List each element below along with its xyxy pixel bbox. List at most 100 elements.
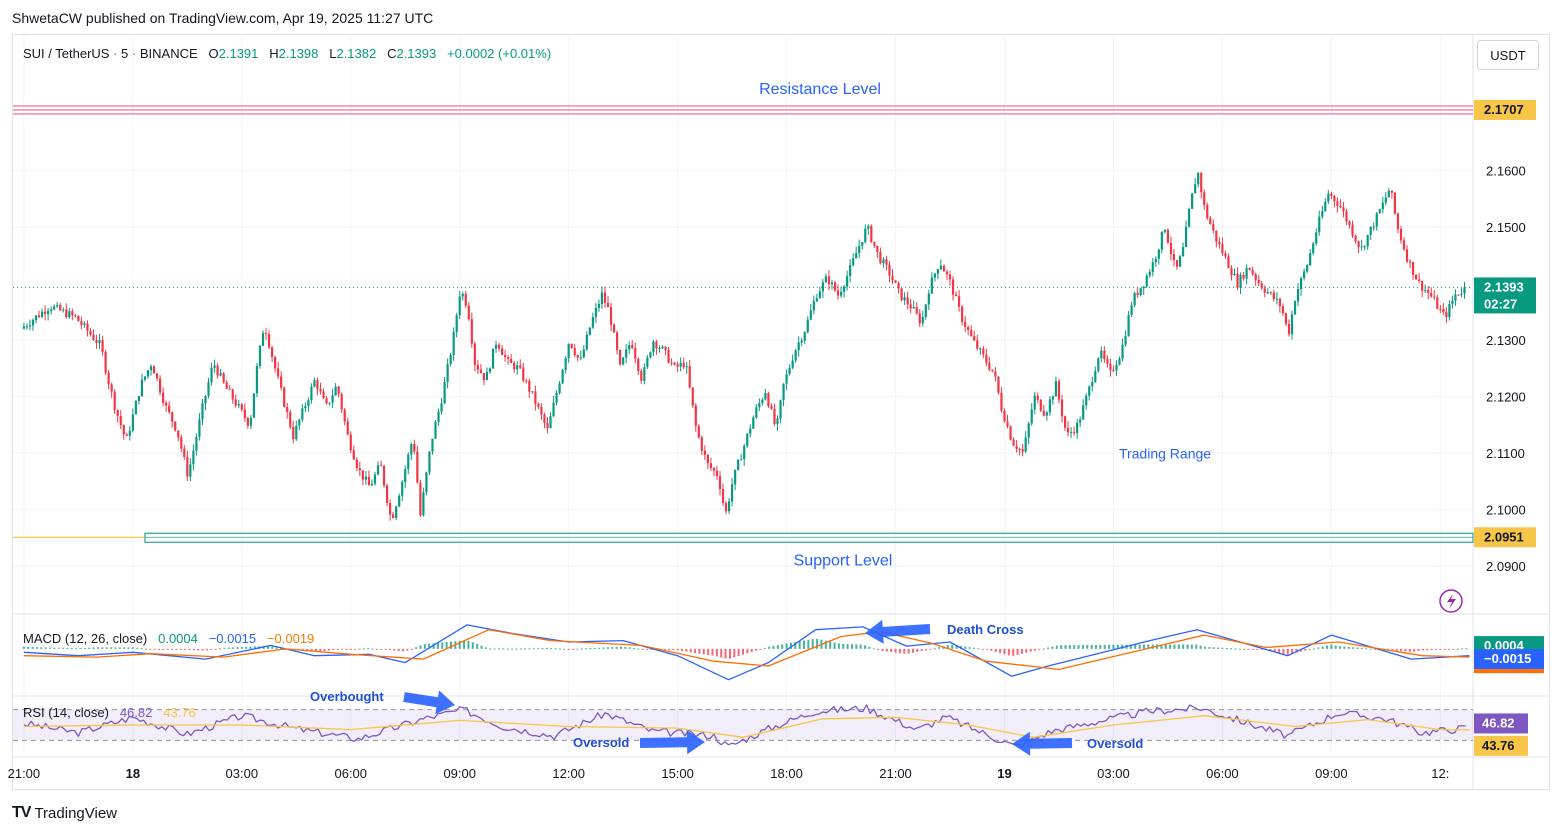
candle-body (1145, 275, 1148, 287)
candle-body (255, 366, 259, 394)
candle-body (1160, 232, 1163, 250)
macd-histogram-bar (907, 648, 910, 654)
candle-body (1073, 431, 1076, 433)
candle-body (752, 417, 755, 429)
candle-body (724, 502, 728, 512)
macd-histogram-bar (35, 647, 38, 649)
macd-histogram-bar (872, 648, 875, 650)
macd-histogram-bar (750, 648, 753, 652)
macd-histogram-bar (1230, 648, 1233, 650)
macd-histogram-bar (1095, 644, 1098, 649)
symbol-legend[interactable]: SUI / TetherUS · 5 · BINANCE O2.1391 H2.… (23, 46, 551, 61)
macd-histogram-bar (419, 645, 422, 649)
currency-selector[interactable]: USDT (1477, 40, 1539, 70)
macd-histogram-bar (371, 648, 374, 650)
macd-histogram-bar (1312, 648, 1315, 650)
candle-body (382, 465, 386, 486)
symbol-interval: 5 (121, 46, 129, 61)
candle-body (755, 407, 758, 418)
candle-body (310, 386, 313, 401)
candle-body (207, 382, 210, 396)
candle-body (1054, 381, 1058, 397)
candle-body (95, 339, 98, 344)
macd-histogram-bar (1426, 648, 1429, 651)
macd-histogram-bar (733, 648, 736, 658)
candle-body (737, 460, 740, 470)
macd-histogram-bar (101, 647, 104, 649)
time-tick-label: 15:00 (661, 766, 694, 781)
candle-body (425, 472, 428, 493)
candle-body (561, 369, 564, 384)
candle-body (491, 348, 495, 369)
candle-body (909, 304, 912, 309)
candle-body (286, 406, 289, 413)
macd-histogram-bar (57, 647, 60, 649)
chart-canvas[interactable]: Resistance Level Support Level Trading Ran… (0, 0, 1563, 835)
macd-histogram-bar (1142, 644, 1145, 649)
macd-histogram-bar (929, 648, 932, 650)
candle-body (1451, 300, 1454, 305)
macd-histogram-bar (197, 648, 200, 651)
macd-histogram-bar (558, 648, 561, 650)
macd-histogram-bar (554, 648, 557, 650)
macd-histogram-bar (646, 648, 649, 650)
candle-body (1427, 289, 1430, 293)
candle-body (661, 346, 664, 349)
candle-body (74, 315, 77, 317)
candle-body (543, 414, 546, 423)
candle-body (407, 454, 410, 470)
macd-histogram-bar (898, 648, 901, 654)
candle-body (573, 347, 576, 355)
candle-body (534, 391, 537, 404)
macd-histogram-bar (598, 647, 601, 649)
candle-body (289, 412, 292, 428)
candle-body (59, 304, 62, 311)
macd-histogram-bar (768, 646, 771, 649)
candle-body (231, 389, 234, 400)
macd-histogram-bar (1182, 644, 1185, 649)
macd-histogram-bar (31, 647, 34, 649)
candle-body (1082, 405, 1085, 420)
candle-body (246, 417, 249, 426)
macd-histogram-bar (685, 648, 688, 652)
macd-histogram-bar (1003, 648, 1006, 655)
tradingview-logo[interactable]: TV TradingView (12, 804, 117, 822)
candle-body (761, 399, 764, 404)
macd-histogram-bar (1042, 648, 1045, 650)
macd-histogram-bar (698, 648, 701, 654)
candle-body (385, 485, 389, 503)
candle-body (700, 437, 703, 451)
macd-hist-value: 0.0004 (158, 631, 198, 646)
rsi-pane (13, 704, 1473, 748)
macd-histogram-bar (859, 644, 862, 649)
candle-body (652, 341, 655, 353)
candle-body (942, 265, 946, 272)
candle-body (528, 380, 531, 392)
macd-histogram-bar (728, 648, 731, 659)
candle-body (437, 411, 440, 423)
macd-histogram-bar (619, 646, 622, 649)
resistance-price-tag-label: 2.1707 (1484, 102, 1524, 117)
candle-body (1278, 298, 1282, 307)
macd-histogram-bar (877, 648, 880, 650)
macd-histogram-bar (951, 644, 954, 649)
rsi-legend[interactable]: RSI (14, close) 46.82 43.76 (23, 705, 196, 720)
candle-body (979, 348, 982, 350)
candle-body (1057, 381, 1061, 400)
candle-body (174, 421, 177, 431)
candle-body (1006, 421, 1009, 427)
candle-body (797, 342, 800, 351)
macd-legend[interactable]: MACD (12, 26, close) 0.0004 −0.0015 −0.0… (23, 631, 314, 646)
candle-body (664, 346, 667, 350)
candle-body (770, 406, 773, 409)
candle-body (634, 348, 637, 359)
macd-histogram-bar (890, 648, 893, 653)
macd-histogram-bar (911, 648, 914, 653)
candle-body (588, 327, 591, 335)
candle-body (304, 406, 307, 409)
macd-histogram-bar (720, 648, 723, 658)
macd-histogram-bar (925, 648, 928, 651)
candle-body (470, 319, 473, 344)
candle-body (1118, 358, 1121, 365)
macd-histogram-bar (506, 648, 509, 650)
